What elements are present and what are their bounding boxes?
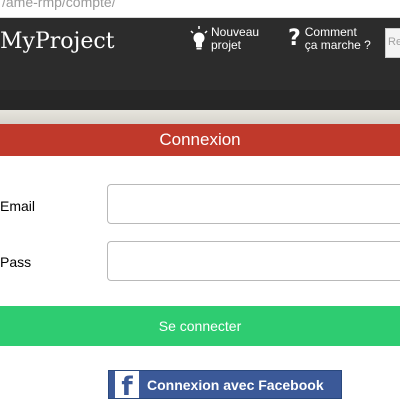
password-field[interactable] — [107, 241, 400, 281]
header-band — [0, 90, 400, 110]
question-mark-icon: ? — [288, 26, 301, 51]
login-submit-button[interactable]: Se connecter — [0, 306, 400, 346]
site-logo[interactable]: MyProject — [0, 29, 115, 54]
email-label: Email — [0, 198, 36, 214]
login-title: Connexion — [0, 124, 400, 156]
facebook-icon: f — [115, 371, 139, 398]
nav-how-line2: ça marche ? — [304, 38, 371, 52]
url-text: /ame-rmp/compte/ — [2, 0, 116, 10]
header-search-input[interactable]: Re — [385, 28, 400, 58]
site-header: MyProject Nouveau projet ? Comment ça ma… — [0, 18, 400, 110]
nav-how-it-works[interactable]: ? Comment ça marche ? — [288, 26, 371, 52]
decorative-strip — [0, 110, 400, 124]
email-field[interactable] — [107, 184, 400, 224]
password-label: Pass — [0, 254, 32, 270]
nav-new-project[interactable]: Nouveau projet — [190, 26, 259, 52]
facebook-login-label: Connexion avec Facebook — [147, 376, 324, 393]
facebook-login-button[interactable]: f Connexion avec Facebook — [108, 370, 342, 399]
browser-url-bar[interactable]: /ame-rmp/compte/ — [0, 0, 400, 18]
lightbulb-icon — [190, 26, 208, 50]
search-placeholder: Re — [388, 36, 400, 48]
nav-new-project-line2: projet — [211, 38, 242, 52]
